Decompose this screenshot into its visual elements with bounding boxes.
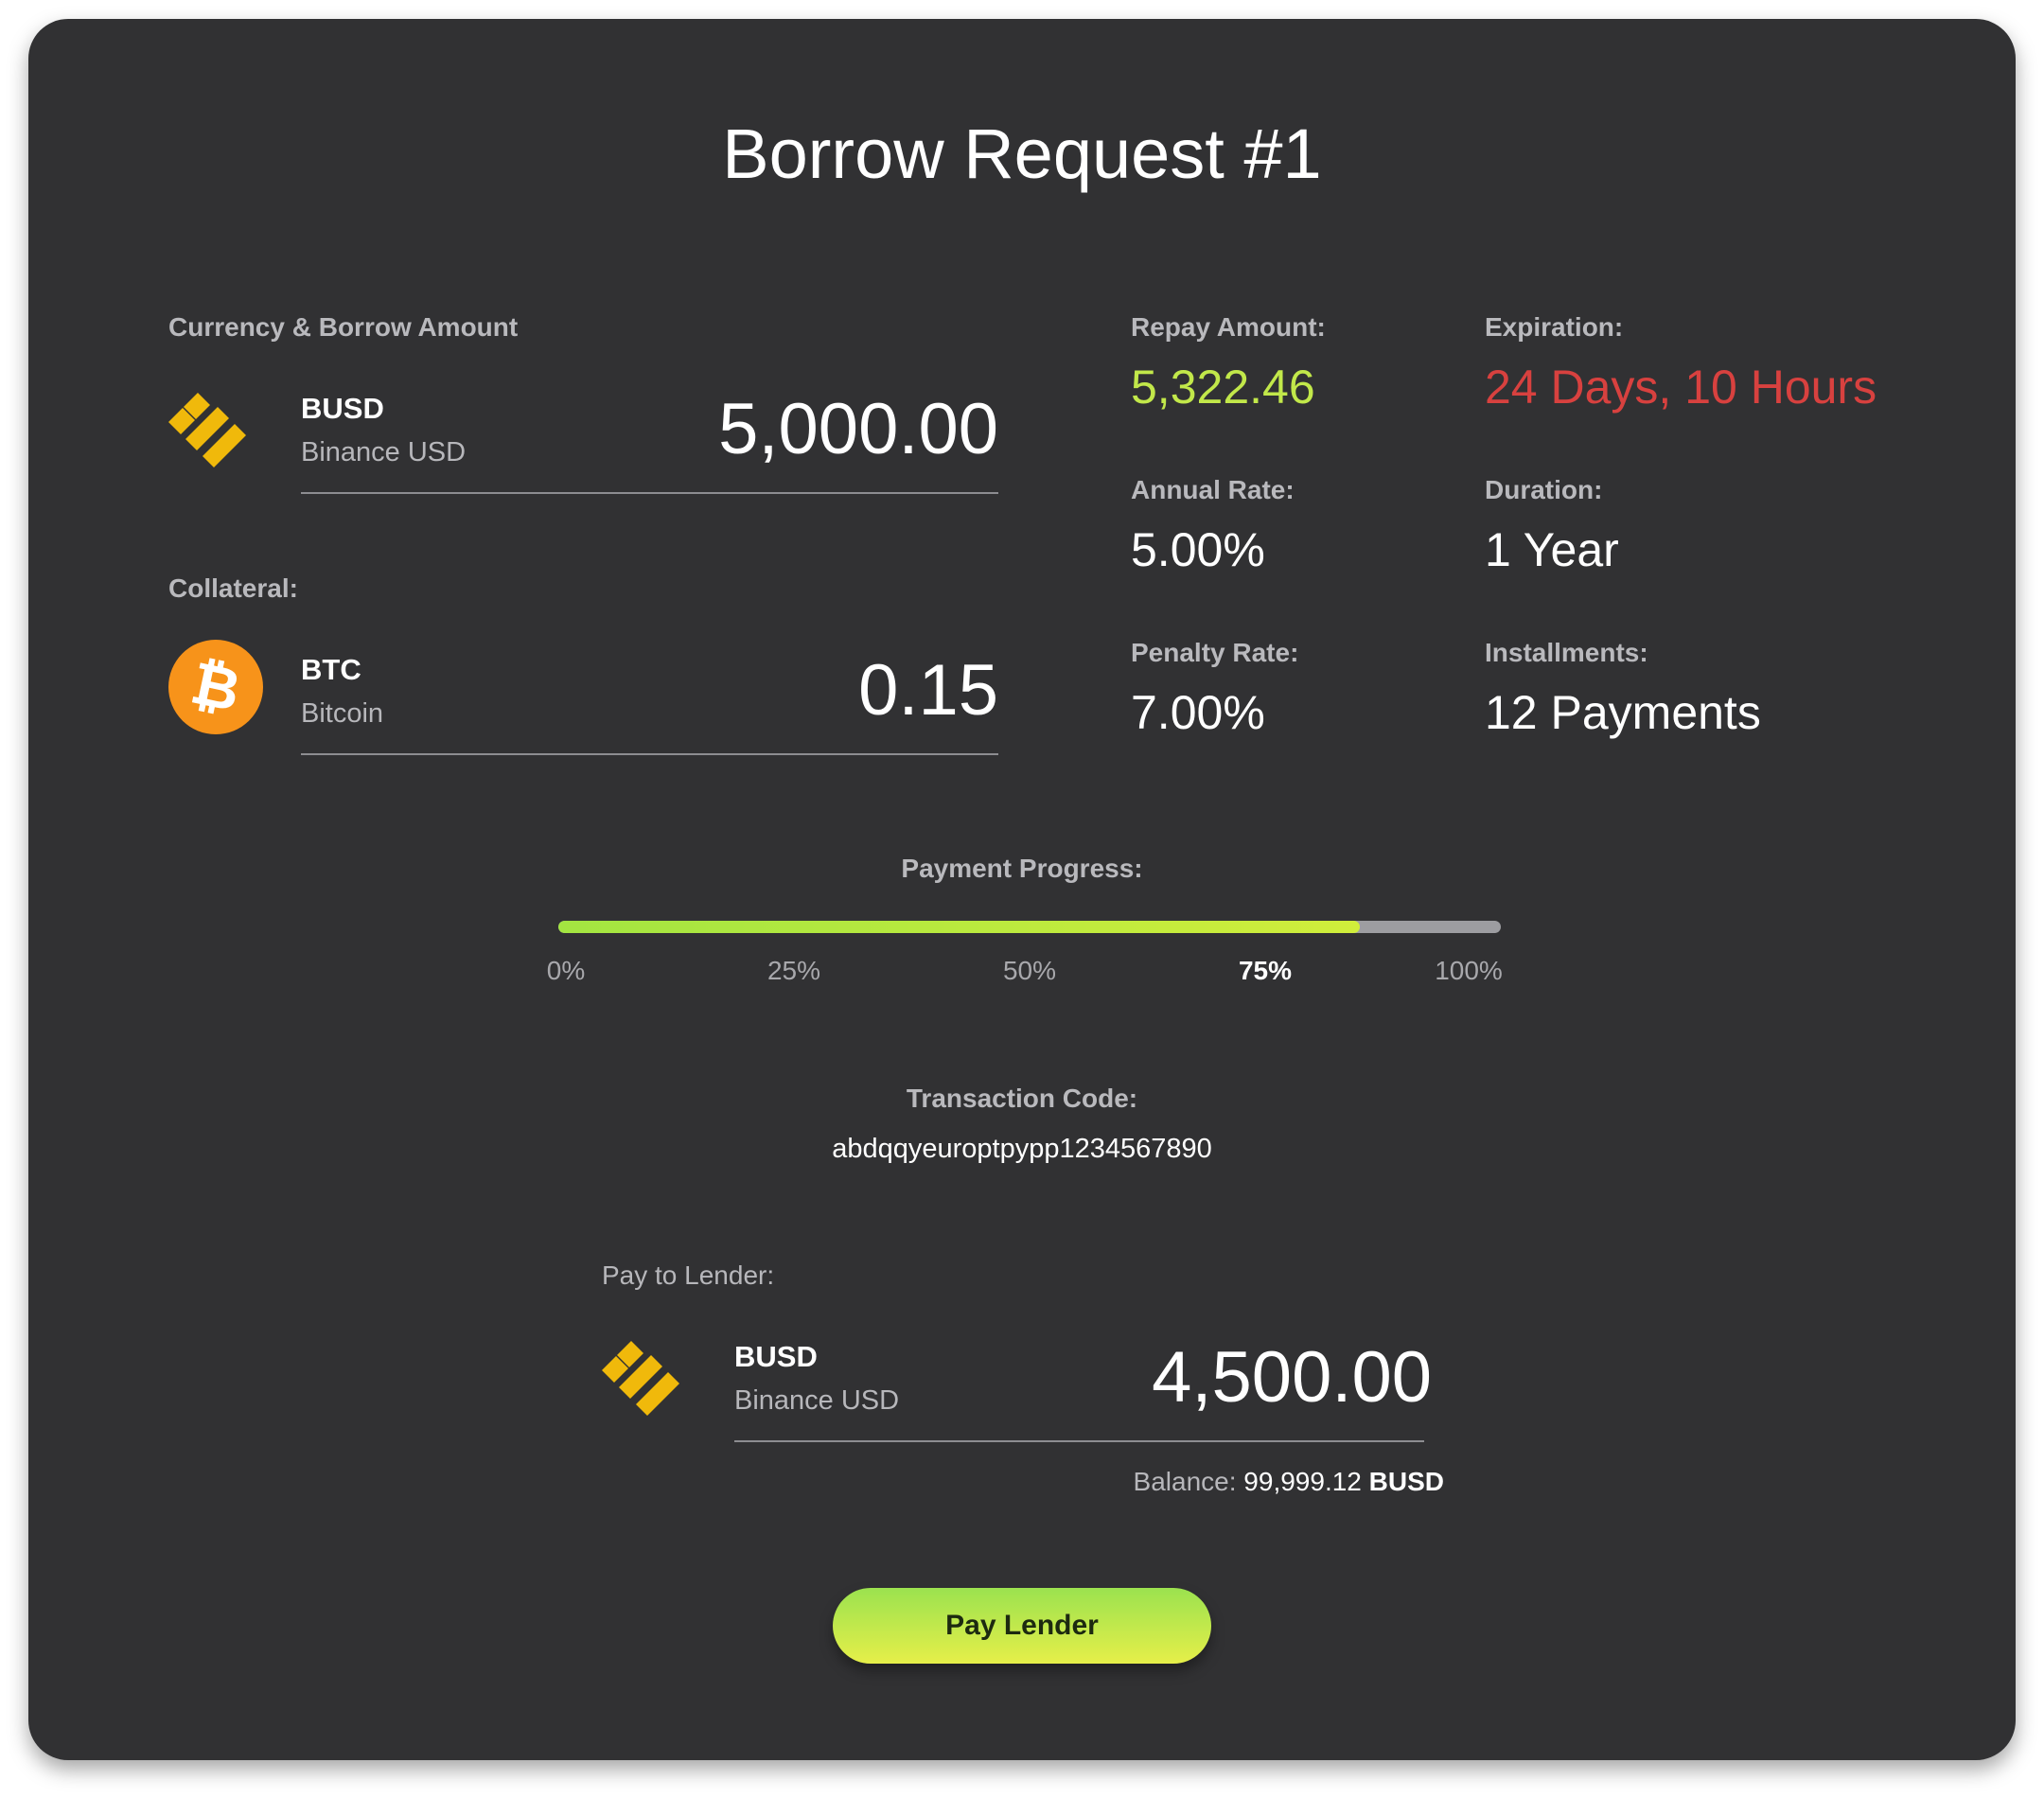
penalty-rate-value: 7.00%	[1131, 686, 1265, 739]
duration-label: Duration:	[1485, 475, 1603, 504]
collateral-asset-row: ₿ BTC Bitcoin 0.15	[168, 640, 998, 763]
balance-label: Balance:	[1133, 1467, 1237, 1496]
busd-icon	[602, 1341, 679, 1416]
pay-asset-row[interactable]: BUSD Binance USD 4,500.00	[602, 1327, 1432, 1450]
collateral-asset-name: Bitcoin	[301, 698, 384, 729]
pay-lender-button[interactable]: Pay Lender	[833, 1588, 1211, 1664]
collateral-amount-value: 0.15	[858, 650, 998, 731]
installments-label: Installments:	[1485, 638, 1648, 667]
balance-text: Balance: 99,999.12 BUSD	[1134, 1467, 1444, 1497]
transaction-code-label: Transaction Code:	[906, 1084, 1138, 1113]
transaction-code-value: abdqqyeuroptpypp1234567890	[832, 1134, 1212, 1164]
repay-amount-label: Repay Amount:	[1131, 312, 1326, 342]
divider	[734, 1440, 1424, 1442]
divider	[301, 492, 998, 494]
progress-tick-label: 100%	[1435, 956, 1503, 985]
borrow-request-card: Borrow Request #1 Currency & Borrow Amou…	[28, 19, 2016, 1760]
payment-progress-fill	[558, 921, 1360, 933]
progress-tick-label: 25%	[766, 956, 821, 985]
borrow-amount-value: 5,000.00	[718, 389, 998, 469]
payment-progress-label: Payment Progress:	[901, 854, 1143, 883]
borrow-amount-label: Currency & Borrow Amount	[168, 312, 519, 342]
duration-value: 1 Year	[1485, 523, 1619, 576]
progress-tick-label: 50%	[1002, 956, 1057, 985]
balance-value: 99,999.12	[1243, 1467, 1362, 1496]
pay-to-lender-label: Pay to Lender:	[602, 1260, 775, 1290]
annual-rate-value: 5.00%	[1131, 523, 1265, 576]
borrow-asset-symbol: BUSD	[301, 392, 384, 425]
collateral-label: Collateral:	[168, 573, 298, 603]
repay-amount-value: 5,322.46	[1131, 361, 1315, 414]
borrow-asset-name: Binance USD	[301, 437, 467, 467]
expiration-label: Expiration:	[1485, 312, 1624, 342]
pay-asset-symbol: BUSD	[734, 1340, 818, 1373]
borrow-asset-row: BUSD Binance USD 5,000.00	[168, 379, 998, 502]
annual-rate-label: Annual Rate:	[1131, 475, 1295, 504]
page-title: Borrow Request #1	[722, 115, 1322, 193]
balance-currency: BUSD	[1368, 1467, 1444, 1496]
btc-icon: ₿	[168, 640, 263, 734]
progress-tick-label: 75%	[1238, 956, 1293, 985]
expiration-value: 24 Days, 10 Hours	[1485, 361, 1877, 414]
divider	[301, 753, 998, 755]
pay-amount-input[interactable]: 4,500.00	[1152, 1336, 1432, 1419]
installments-value: 12 Payments	[1485, 686, 1761, 739]
penalty-rate-label: Penalty Rate:	[1131, 638, 1299, 667]
busd-icon	[168, 393, 246, 467]
pay-asset-name: Binance USD	[734, 1385, 900, 1416]
progress-tick-label: 0%	[546, 956, 586, 985]
collateral-asset-symbol: BTC	[301, 653, 361, 686]
payment-progress-bar	[558, 921, 1501, 933]
